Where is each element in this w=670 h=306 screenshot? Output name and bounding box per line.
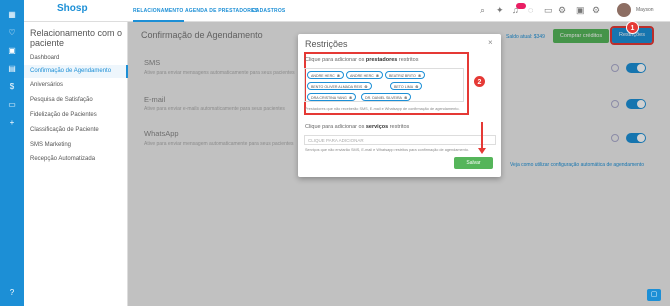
sidebar-item-aniversarios[interactable]: Aniversários	[24, 79, 128, 92]
prestadores-hint: Prestadores que não receberão SMS, E-mai…	[305, 107, 460, 111]
chip-prestador[interactable]: DR. DANIEL SILVEIRA ⊗	[361, 93, 412, 101]
top-bar: Shosp RELACIONAMENTO AGENDA DE PRESTADOR…	[24, 0, 670, 22]
prestadores-label: Clique para adicionar os prestadores res…	[305, 57, 419, 63]
sidebar-item-fidelizacao[interactable]: Fidelização de Pacientes	[24, 109, 128, 122]
annotation-arrow-shaft	[481, 122, 483, 150]
save-button[interactable]: Salvar	[454, 157, 493, 169]
image-icon[interactable]: ▣	[576, 5, 585, 16]
sidebar-item-recepcao[interactable]: Recepção Automatizada	[24, 153, 128, 166]
annotation-marker-1: 1	[626, 21, 639, 34]
remove-icon[interactable]: ⊗	[349, 95, 352, 100]
remove-icon[interactable]: ⊗	[404, 95, 407, 100]
left-rail: ▦ ♡ ▣ ▤ $ ▭ + ?	[0, 0, 24, 306]
plus-icon[interactable]: +	[0, 114, 24, 132]
remove-icon[interactable]: ⊗	[418, 73, 421, 78]
nav-cadastros[interactable]: CADASTROS	[252, 0, 285, 22]
modal-title: Restrições	[305, 39, 348, 49]
remove-icon[interactable]: ⊗	[364, 84, 367, 89]
nav-relacionamento[interactable]: RELACIONAMENTO	[133, 0, 184, 22]
remove-icon[interactable]: ⊗	[337, 73, 340, 78]
chip-prestador[interactable]: BENTO OLIVER ALMADA REIS ⊗	[307, 82, 372, 90]
restrictions-modal: Restrições × Clique para adicionar os pr…	[298, 34, 501, 177]
chat-widget-icon[interactable]: ▢	[647, 289, 661, 301]
help-icon[interactable]: ?	[0, 284, 24, 302]
sidebar-item-dashboard[interactable]: Dashboard	[24, 52, 128, 65]
servicos-input[interactable]: CLIQUE PARA ADICIONAR	[304, 135, 496, 145]
annotation-marker-2: 2	[473, 75, 486, 88]
sidebar-title: Relacionamento com o paciente	[30, 28, 123, 48]
remove-icon[interactable]: ⊗	[376, 73, 379, 78]
app-logo[interactable]: Shosp	[57, 3, 88, 14]
annotation-arrow-head	[478, 148, 486, 154]
grid-icon[interactable]: ▦	[0, 6, 24, 24]
chat-icon[interactable]: ◌	[528, 5, 533, 15]
avatar[interactable]	[617, 3, 631, 17]
sidebar-item-sms-marketing[interactable]: SMS Marketing	[24, 139, 128, 152]
money-icon[interactable]: $	[0, 78, 24, 96]
sidebar: Relacionamento com o paciente Dashboard …	[24, 22, 128, 306]
gear-icon[interactable]: ⚙	[558, 5, 566, 16]
chip-prestador[interactable]: DRA CRISTINA YANG ⊗	[307, 93, 357, 101]
chip-prestador[interactable]: ANDRE HERC ⊗	[346, 71, 384, 79]
bell-icon[interactable]: ♫	[512, 5, 519, 15]
prestadores-input[interactable]: ANDRE HERC ⊗ ANDRE HERC ⊗ BEATRIZ BRITO ⊗ B…	[304, 68, 464, 102]
folder-icon[interactable]: ▭	[0, 96, 24, 114]
servicos-hint: Serviços que não enviarão SMS, E-mail e …	[305, 148, 469, 152]
sidebar-item-pesquisa[interactable]: Pesquisa de Satisfação	[24, 94, 128, 107]
search-icon[interactable]: ⌕	[480, 5, 485, 16]
chip-prestador[interactable]: BETO LIMA ⊗	[390, 82, 423, 90]
chip-prestador[interactable]: ANDRE HERC ⊗	[307, 71, 345, 79]
calendar-icon[interactable]: ▣	[0, 42, 24, 60]
monitor-icon[interactable]: ▭	[544, 5, 553, 16]
rocket-icon[interactable]: ✦	[496, 5, 504, 16]
heart-icon[interactable]: ♡	[0, 24, 24, 42]
card-icon[interactable]: ▤	[0, 60, 24, 78]
nav-agenda-prestadores[interactable]: AGENDA DE PRESTADORES	[185, 0, 258, 22]
servicos-label: Clique para adicionar os serviços restri…	[305, 124, 410, 130]
close-icon[interactable]: ×	[488, 38, 493, 47]
sidebar-item-classificacao[interactable]: Classificação de Paciente	[24, 124, 128, 137]
chip-prestador[interactable]: BEATRIZ BRITO ⊗	[385, 71, 426, 79]
sidebar-item-confirmacao[interactable]: Confirmação de Agendamento	[24, 65, 128, 78]
settings-icon[interactable]: ⚙	[592, 5, 600, 16]
remove-icon[interactable]: ⊗	[415, 84, 418, 89]
user-name[interactable]: Mayson	[636, 7, 654, 13]
